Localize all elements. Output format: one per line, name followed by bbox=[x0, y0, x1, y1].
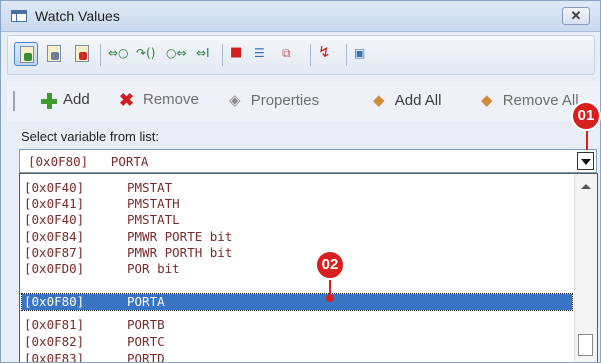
list-item-name: PORTA bbox=[127, 294, 165, 309]
remove-button[interactable]: ✖ Remove bbox=[119, 90, 199, 110]
watch-toolbar: ⇔○ ↷() ○⇔ ⇔I ■ ☰ ⧉ ↯ ▣ bbox=[7, 35, 595, 75]
window-icon[interactable]: ▣ bbox=[354, 46, 365, 60]
list-item[interactable]: [0x0F82] PORTC bbox=[22, 334, 572, 350]
list-item[interactable]: [0x0F40] PMSTATL bbox=[22, 212, 572, 228]
step-over-icon[interactable]: ↷() bbox=[136, 46, 155, 60]
list-item-name: PMSTAT bbox=[127, 180, 173, 195]
properties-button[interactable]: ◈ Properties bbox=[229, 91, 319, 109]
clear-icon[interactable]: ⧉ bbox=[282, 46, 291, 61]
callout-01-line bbox=[586, 130, 588, 150]
list-item-address: [0x0F40] bbox=[24, 212, 85, 227]
list-item-selected[interactable]: [0x0F80] PORTA bbox=[21, 293, 573, 311]
watch-delete-icon bbox=[75, 45, 89, 62]
list-item-address: [0x0FD0] bbox=[24, 261, 85, 276]
window-title: Watch Values bbox=[35, 8, 120, 24]
reset-icon[interactable]: ↯ bbox=[318, 43, 331, 61]
add-button[interactable]: Add bbox=[41, 91, 90, 109]
watch-copy-button[interactable] bbox=[42, 42, 66, 66]
run-to-cursor-icon[interactable]: ⇔I bbox=[196, 46, 210, 60]
window-table-icon bbox=[11, 10, 27, 22]
variable-combobox[interactable]: [0x0F80] PORTA bbox=[19, 149, 597, 173]
select-variable-label: Select variable from list: bbox=[21, 129, 159, 144]
toolbar-separator bbox=[222, 44, 223, 66]
callout-01-badge: 01 bbox=[571, 101, 601, 131]
list-item[interactable]: [0x0FD0] POR bit bbox=[22, 261, 572, 277]
list-item[interactable]: [0x0F41] PMSTATH bbox=[22, 196, 572, 212]
list-item-address: [0x0F80] bbox=[24, 294, 85, 309]
list-item-name: PORTD bbox=[127, 351, 165, 363]
list-item-address: [0x0F82] bbox=[24, 334, 85, 349]
close-button[interactable]: ✕ bbox=[562, 7, 590, 25]
remove-all-button[interactable]: ◆ Remove All bbox=[481, 91, 579, 109]
variable-list[interactable]: [0x0F40] PMSTAT [0x0F41] PMSTATH [0x0F40] PMS… bbox=[19, 173, 598, 363]
list-item[interactable]: [0x0F40] PMSTAT bbox=[22, 180, 572, 196]
remove-all-label: Remove All bbox=[502, 92, 579, 109]
list-scrollbar[interactable] bbox=[574, 174, 597, 362]
add-all-icon: ◆ bbox=[373, 92, 385, 109]
add-all-button[interactable]: ◆ Add All bbox=[373, 91, 441, 109]
list-item-address: [0x0F83] bbox=[24, 351, 85, 363]
callout-02-dot bbox=[326, 294, 334, 302]
properties-label: Properties bbox=[250, 92, 320, 109]
list-icon[interactable]: ☰ bbox=[254, 46, 265, 60]
list-item-address: [0x0F84] bbox=[24, 229, 85, 244]
callout-02-badge: 02 bbox=[315, 250, 345, 280]
step-out-icon[interactable]: ○⇔ bbox=[166, 46, 187, 60]
toolbar-separator bbox=[100, 44, 101, 66]
list-item-name: PMSTATL bbox=[127, 212, 180, 227]
scroll-up-icon[interactable] bbox=[581, 184, 591, 189]
list-item[interactable]: [0x0F81] PORTB bbox=[22, 317, 572, 333]
list-item-name: PMWR PORTE bit bbox=[127, 229, 233, 244]
watch-add-icon bbox=[20, 46, 34, 63]
add-all-label: Add All bbox=[394, 92, 442, 109]
list-item[interactable]: [0x0F87] PMWR PORTH bit bbox=[22, 245, 572, 261]
watch-values-window: Watch Values ✕ ⇔○ ↷() ○⇔ ⇔I ■ ☰ ⧉ ↯ ▣ Ad… bbox=[0, 0, 601, 363]
step-into-icon[interactable]: ⇔○ bbox=[108, 46, 129, 60]
breakpoint-icon[interactable]: ■ bbox=[230, 45, 242, 60]
list-item-address: [0x0F40] bbox=[24, 180, 85, 195]
remove-label: Remove bbox=[143, 91, 199, 108]
toolbar-separator bbox=[310, 44, 311, 66]
actions-toolbar: Add ✖ Remove ◈ Properties ◆ Add All ◆ Re… bbox=[7, 81, 600, 121]
list-item-name: PMSTATH bbox=[127, 196, 180, 211]
toolbar-grip[interactable] bbox=[13, 91, 15, 111]
toolbar-separator bbox=[346, 44, 347, 66]
list-item-name: PORTC bbox=[127, 334, 165, 349]
watch-add-button[interactable] bbox=[14, 42, 38, 66]
title-bar[interactable]: Watch Values ✕ bbox=[1, 1, 600, 32]
scroll-thumb[interactable] bbox=[578, 334, 593, 356]
list-item-name: POR bit bbox=[127, 261, 180, 276]
watch-delete-button[interactable] bbox=[70, 42, 94, 66]
list-item[interactable]: [0x0F83] PORTD bbox=[22, 351, 572, 363]
remove-x-icon: ✖ bbox=[119, 90, 135, 110]
list-item-name: PMWR PORTH bit bbox=[127, 245, 233, 260]
properties-icon: ◈ bbox=[229, 92, 241, 109]
combo-selected-value: [0x0F80] PORTA bbox=[28, 154, 149, 169]
list-item-address: [0x0F81] bbox=[24, 317, 85, 332]
chevron-down-icon[interactable] bbox=[577, 152, 594, 170]
list-item-name: PORTB bbox=[127, 317, 165, 332]
list-item-address: [0x0F87] bbox=[24, 245, 85, 260]
add-label: Add bbox=[63, 91, 90, 108]
remove-all-icon: ◆ bbox=[481, 92, 493, 109]
plus-icon bbox=[41, 93, 57, 109]
list-item-address: [0x0F41] bbox=[24, 196, 85, 211]
watch-copy-icon bbox=[47, 45, 61, 62]
list-item[interactable]: [0x0F84] PMWR PORTE bit bbox=[22, 229, 572, 245]
